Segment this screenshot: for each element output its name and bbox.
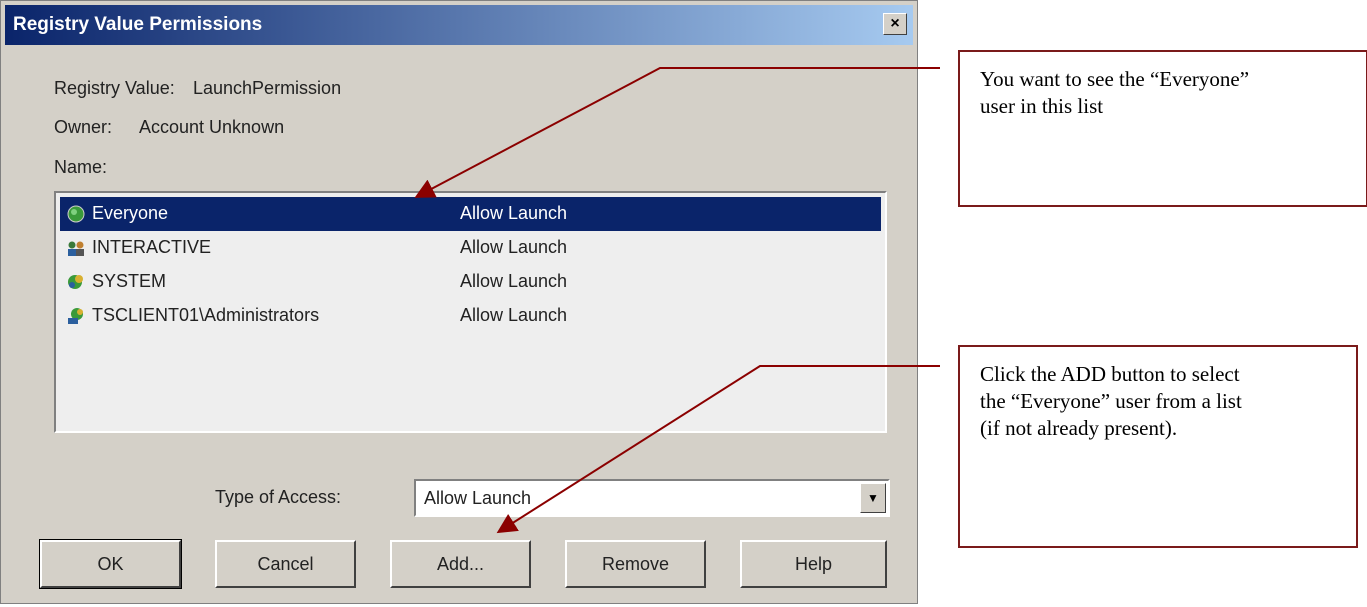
name-label: Name: <box>54 157 108 177</box>
type-of-access-value: Allow Launch <box>424 488 532 508</box>
globe-icon <box>67 205 85 223</box>
list-item-name: SYSTEM <box>92 271 167 291</box>
list-item-access: Allow Launch <box>460 305 568 325</box>
title-bar[interactable]: Registry Value Permissions × <box>5 5 913 45</box>
system-icon <box>68 275 83 289</box>
list-item-interactive[interactable]: INTERACTIVE Allow Launch <box>60 231 881 265</box>
ok-button[interactable]: OK <box>39 539 182 589</box>
list-item-system[interactable]: SYSTEM Allow Launch <box>60 265 881 299</box>
list-item-administrators[interactable]: TSCLIENT01\Administrators Allow Launch <box>60 299 881 333</box>
type-of-access-select[interactable]: Allow Launch ▼ <box>414 479 890 517</box>
owner-value: Account Unknown <box>139 117 285 137</box>
cancel-button[interactable]: Cancel <box>215 540 356 588</box>
dropdown-button[interactable]: ▼ <box>860 483 886 513</box>
admin-group-icon <box>68 308 83 324</box>
list-item-access: Allow Launch <box>460 237 568 257</box>
list-item-access: Allow Launch <box>460 203 568 223</box>
list-item-name: TSCLIENT01\Administrators <box>92 305 320 325</box>
registry-permissions-dialog: Registry Value Permissions × Registry Va… <box>0 0 918 604</box>
permissions-list[interactable]: Everyone Allow Launch INTERACTIVE Allow … <box>54 191 887 433</box>
callout-bottom-line: (if not already present). <box>980 415 1178 440</box>
callout-top-line: You want to see the “Everyone” <box>980 67 1250 91</box>
owner-label: Owner: <box>54 117 113 137</box>
callout-top-line: user in this list <box>980 93 1104 118</box>
list-item-access: Allow Launch <box>460 271 568 291</box>
add-button[interactable]: Add... <box>390 540 531 588</box>
chevron-down-icon: ▼ <box>867 491 879 505</box>
callout-top: You want to see the “Everyone” user in t… <box>958 50 1367 207</box>
dialog-title: Registry Value Permissions <box>13 14 263 35</box>
close-button[interactable]: × <box>883 13 907 35</box>
callout-bottom-line: the “Everyone” user from a list <box>980 388 1242 413</box>
registry-value-label: Registry Value: <box>54 78 175 98</box>
type-of-access-label: Type of Access: <box>215 487 342 507</box>
list-item-name: Everyone <box>92 203 169 223</box>
remove-button[interactable]: Remove <box>565 540 706 588</box>
users-icon <box>68 241 84 256</box>
list-item-name: INTERACTIVE <box>92 237 212 257</box>
callout-bottom-line: Click the ADD button to select <box>980 362 1240 386</box>
help-button[interactable]: Help <box>740 540 887 588</box>
callout-bottom: Click the ADD button to select the “Ever… <box>958 345 1358 548</box>
registry-value: LaunchPermission <box>193 78 342 98</box>
close-icon: × <box>890 15 900 32</box>
list-item-everyone[interactable]: Everyone Allow Launch <box>60 197 881 231</box>
